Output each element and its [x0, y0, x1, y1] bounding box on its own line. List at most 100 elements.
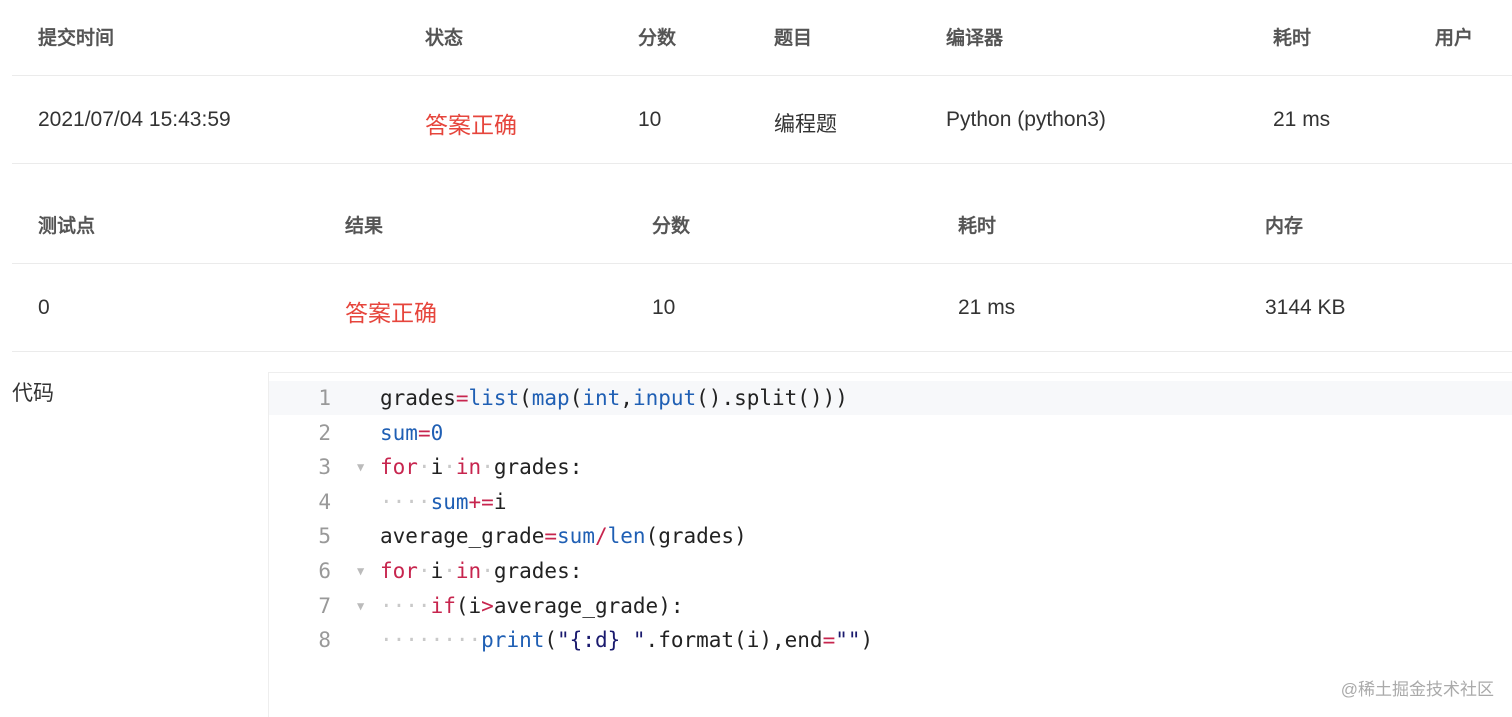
code-token: i: [430, 559, 444, 583]
code-token: sum: [430, 489, 469, 514]
code-line[interactable]: 6 ▼ for·i·in·grades:: [269, 554, 1512, 588]
whitespace-marker: ········: [380, 628, 482, 653]
testcase-result: 答案正确: [345, 300, 437, 326]
code-token: (grades): [645, 524, 747, 549]
code-text: ····sum+=i: [380, 485, 506, 519]
code-token: len: [607, 524, 646, 549]
code-text: ········print("{:d} ".format(i),end=""): [380, 623, 873, 657]
header-result: 结果: [345, 216, 384, 237]
code-token: if: [430, 593, 456, 618]
code-token: sum: [380, 420, 418, 445]
code-line[interactable]: 2 sum=0: [269, 416, 1512, 450]
code-token: grades: [380, 386, 456, 410]
whitespace-marker: ·: [481, 559, 494, 583]
code-token: in: [455, 455, 482, 480]
code-line[interactable]: 3 ▼ for·i·in·grades:: [269, 450, 1512, 484]
fold-triangle-down-icon[interactable]: ▼: [357, 554, 364, 588]
testcase-score: 10: [652, 296, 676, 319]
code-line[interactable]: 4 ····sum+=i: [269, 485, 1512, 519]
code-line[interactable]: 7 ▼ ····if(i>average_grade):: [269, 589, 1512, 623]
code-text: average_grade=sum/len(grades): [380, 519, 747, 553]
code-token: "": [835, 628, 861, 653]
submission-table: 提交时间 状态 分数 题目 编译器 耗时 用户 2021/07/04 15:43…: [12, 0, 1512, 164]
compiler-value: Python (python3): [946, 108, 1106, 131]
code-text: for·i·in·grades:: [380, 450, 582, 484]
line-number: 3: [318, 455, 331, 480]
code-token: 0: [430, 420, 444, 445]
code-token: list: [468, 386, 520, 410]
code-text: sum=0: [380, 416, 443, 450]
code-token: in: [455, 559, 482, 583]
code-token: input: [632, 386, 697, 410]
code-label: 代码: [12, 382, 54, 405]
testcase-duration: 21 ms: [958, 296, 1016, 319]
line-number: 5: [318, 524, 331, 549]
test-point: 0: [38, 296, 50, 319]
code-token: (i: [455, 593, 482, 618]
fold-triangle-down-icon[interactable]: ▼: [357, 450, 364, 484]
code-line[interactable]: 8 ········print("{:d} ".format(i),end=""): [269, 623, 1512, 657]
code-token: ().split())): [696, 386, 848, 410]
code-token: i: [493, 489, 507, 514]
code-token: sum: [557, 524, 595, 549]
whitespace-marker: ·: [481, 455, 494, 480]
submit-time: 2021/07/04 15:43:59: [38, 108, 231, 131]
code-token: =: [544, 524, 558, 549]
header-duration: 耗时: [1273, 28, 1312, 49]
watermark: @稀土掘金技术社区: [1340, 680, 1494, 699]
line-number: 6: [318, 559, 331, 583]
whitespace-marker: ····: [380, 489, 431, 514]
fold-triangle-down-icon[interactable]: ▼: [357, 589, 364, 623]
line-number: 7: [318, 593, 331, 618]
code-token: (: [544, 628, 558, 653]
code-token: print: [481, 628, 545, 653]
header-testcase-score: 分数: [652, 216, 691, 237]
code-token: i: [430, 455, 444, 480]
line-number: 1: [318, 386, 331, 410]
line-number: 8: [318, 628, 331, 653]
code-token: (: [519, 386, 532, 410]
code-token: +=: [468, 489, 494, 514]
code-token: =: [417, 420, 431, 445]
code-line[interactable]: 5 average_grade=sum/len(grades): [269, 519, 1512, 553]
whitespace-marker: ····: [380, 593, 431, 618]
code-token: =: [455, 386, 469, 410]
code-token: map: [531, 386, 570, 410]
submission-score: 10: [638, 108, 662, 131]
header-testcase-duration: 耗时: [958, 216, 997, 237]
submission-header-row: 提交时间 状态 分数 题目 编译器 耗时 用户: [12, 0, 1512, 76]
problem-link[interactable]: 编程题: [774, 108, 837, 138]
line-number: 4: [318, 489, 331, 514]
header-status: 状态: [425, 28, 464, 49]
code-token: average_grade: [380, 524, 545, 549]
code-editor[interactable]: 1 grades=list(map(int,input().split())) 2 s…: [268, 372, 1512, 717]
code-token: =: [822, 628, 836, 653]
whitespace-marker: ·: [417, 455, 431, 480]
whitespace-marker: ·: [443, 455, 456, 480]
line-number: 2: [318, 420, 331, 445]
code-text: ····if(i>average_grade):: [380, 589, 683, 623]
code-token: (: [569, 386, 583, 410]
code-token: int: [582, 386, 621, 410]
whitespace-marker: ·: [417, 559, 431, 583]
code-text: grades=list(map(int,input().split())): [380, 381, 848, 415]
testcase-header-row: 测试点 结果 分数 耗时 内存: [12, 188, 1512, 264]
code-line[interactable]: 1 grades=list(map(int,input().split())): [269, 381, 1512, 415]
testcase-table: 测试点 结果 分数 耗时 内存 0 答案正确 10 21 ms 3144 KB: [12, 188, 1512, 352]
code-text: for·i·in·grades:: [380, 554, 582, 588]
testcase-memory: 3144 KB: [1265, 296, 1346, 319]
code-token: grades:: [493, 559, 583, 583]
code-token: .format(i),end: [645, 628, 823, 653]
header-submit-time: 提交时间: [38, 28, 115, 49]
header-memory: 内存: [1265, 216, 1304, 237]
code-token: /: [594, 524, 608, 549]
code-token: ,: [620, 386, 633, 410]
code-token: >: [481, 593, 494, 618]
code-token: for: [380, 455, 418, 480]
header-compiler: 编译器: [946, 28, 1004, 49]
header-score: 分数: [638, 28, 677, 49]
header-test-point: 测试点: [38, 216, 96, 237]
testcase-row: 0 答案正确 10 21 ms 3144 KB: [12, 264, 1512, 352]
code-token: for: [380, 559, 418, 583]
code-token: ): [860, 628, 874, 653]
